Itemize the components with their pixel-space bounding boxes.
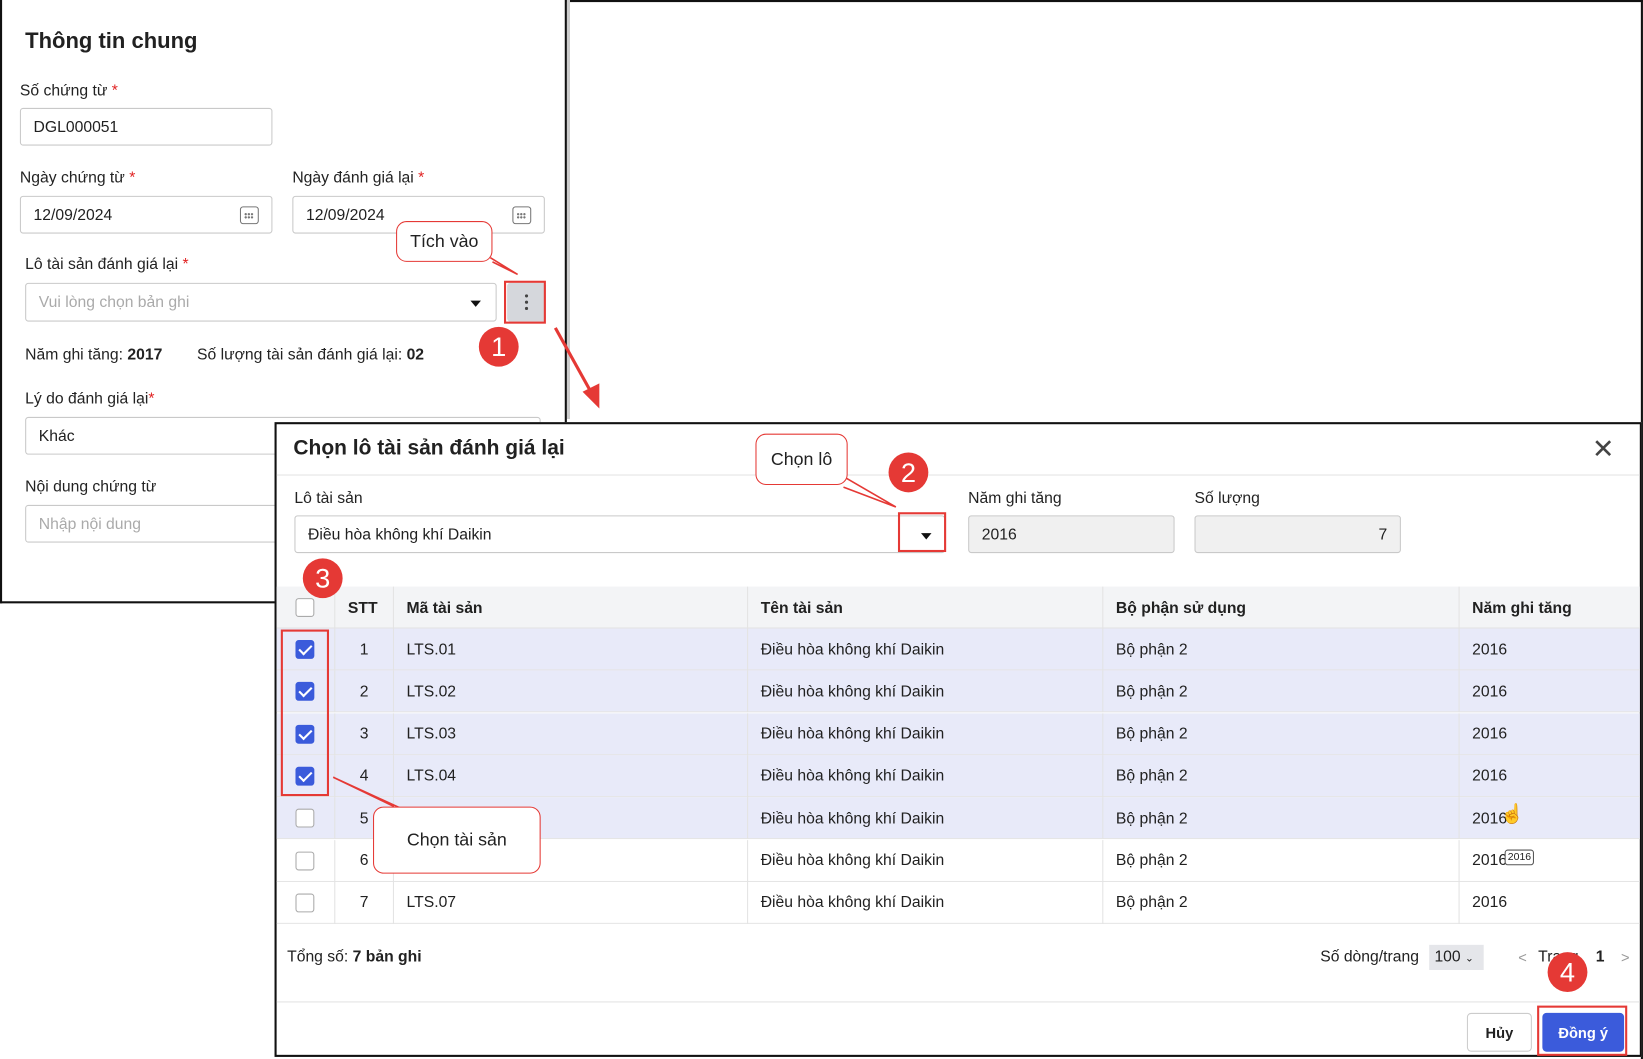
highlight-confirm-button xyxy=(1537,1005,1628,1056)
highlight-batch-dropdown xyxy=(897,512,947,553)
step-badge-4: 4 xyxy=(1547,952,1588,992)
annotation-arrows xyxy=(332,257,897,813)
step-badge-2: 2 xyxy=(888,452,929,493)
callout-choose-assets: Chọn tài sản xyxy=(373,806,541,874)
callout-choose-batch: Chọn lô xyxy=(755,433,848,485)
step-badge-1: 1 xyxy=(478,326,519,367)
highlight-checkboxes xyxy=(280,629,330,797)
step-badge-3: 3 xyxy=(302,558,343,599)
